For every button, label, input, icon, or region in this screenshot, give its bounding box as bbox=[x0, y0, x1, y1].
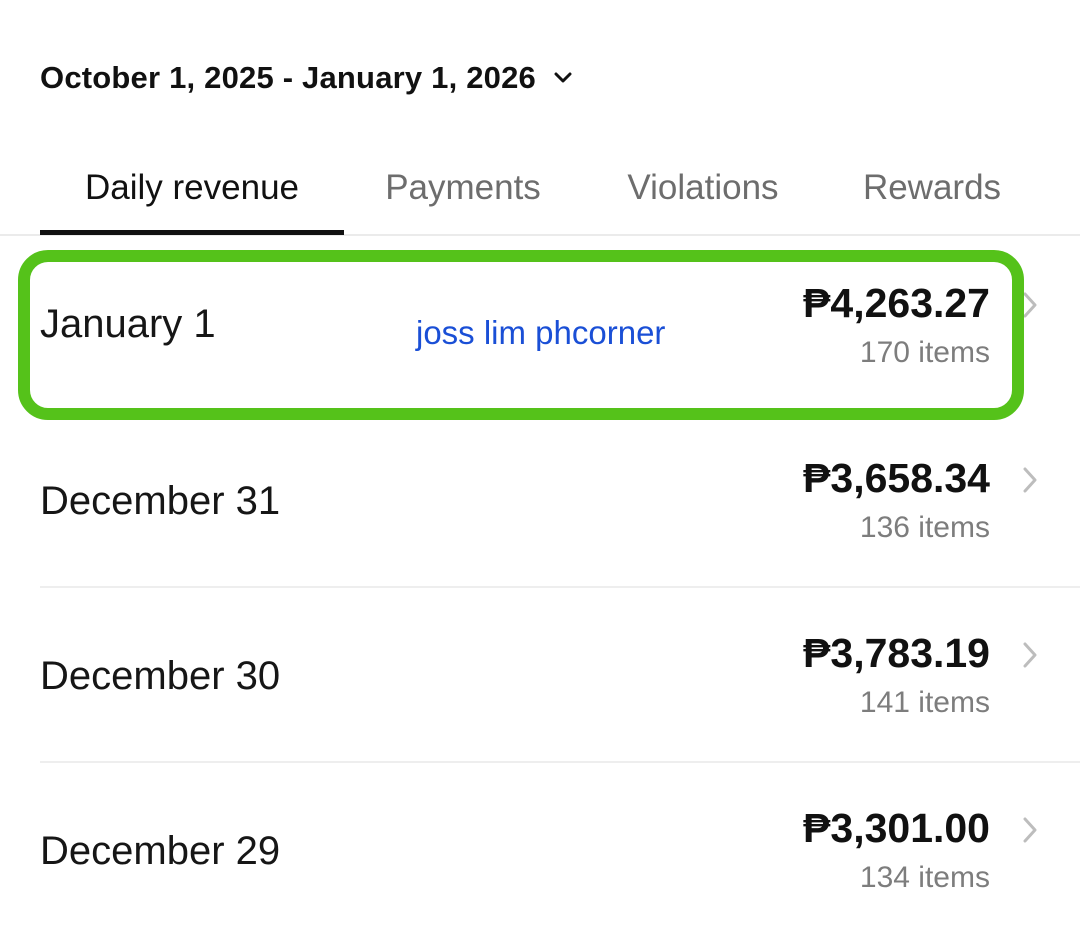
row-date: December 29 bbox=[40, 829, 281, 873]
row-item-count: 136 items bbox=[859, 511, 990, 544]
tab-daily-revenue[interactable]: Daily revenue bbox=[40, 140, 344, 236]
watermark-text: joss lim phcorner bbox=[416, 314, 666, 351]
revenue-row[interactable]: December 31 ₱3,658.34 136 items bbox=[0, 413, 1080, 588]
active-tab-indicator bbox=[40, 230, 344, 235]
date-range-selector[interactable]: October 1, 2025 - January 1, 2026 bbox=[40, 54, 574, 102]
chevron-right-icon bbox=[1018, 638, 1042, 672]
row-date: December 31 bbox=[40, 479, 281, 523]
revenue-row[interactable]: December 30 ₱3,783.19 141 items bbox=[0, 588, 1080, 763]
chevron-down-icon bbox=[552, 67, 574, 89]
row-item-count: 134 items bbox=[859, 861, 990, 894]
chevron-right-icon bbox=[1018, 463, 1042, 497]
tab-rewards[interactable]: Rewards bbox=[848, 140, 1016, 236]
revenue-row[interactable]: December 29 ₱3,301.00 134 items bbox=[0, 763, 1080, 938]
date-range-label: October 1, 2025 - January 1, 2026 bbox=[40, 60, 536, 95]
tab-bar: Daily revenue Payments Violations Reward… bbox=[0, 140, 1080, 236]
tab-violations[interactable]: Violations bbox=[608, 140, 798, 236]
row-amount: ₱3,301.00 bbox=[803, 805, 990, 851]
tab-payments[interactable]: Payments bbox=[372, 140, 554, 236]
row-amount: ₱3,658.34 bbox=[803, 455, 990, 501]
row-item-count: 141 items bbox=[859, 686, 990, 719]
chevron-right-icon bbox=[1018, 813, 1042, 847]
row-date: December 30 bbox=[40, 654, 281, 698]
row-amount: ₱3,783.19 bbox=[803, 630, 990, 676]
